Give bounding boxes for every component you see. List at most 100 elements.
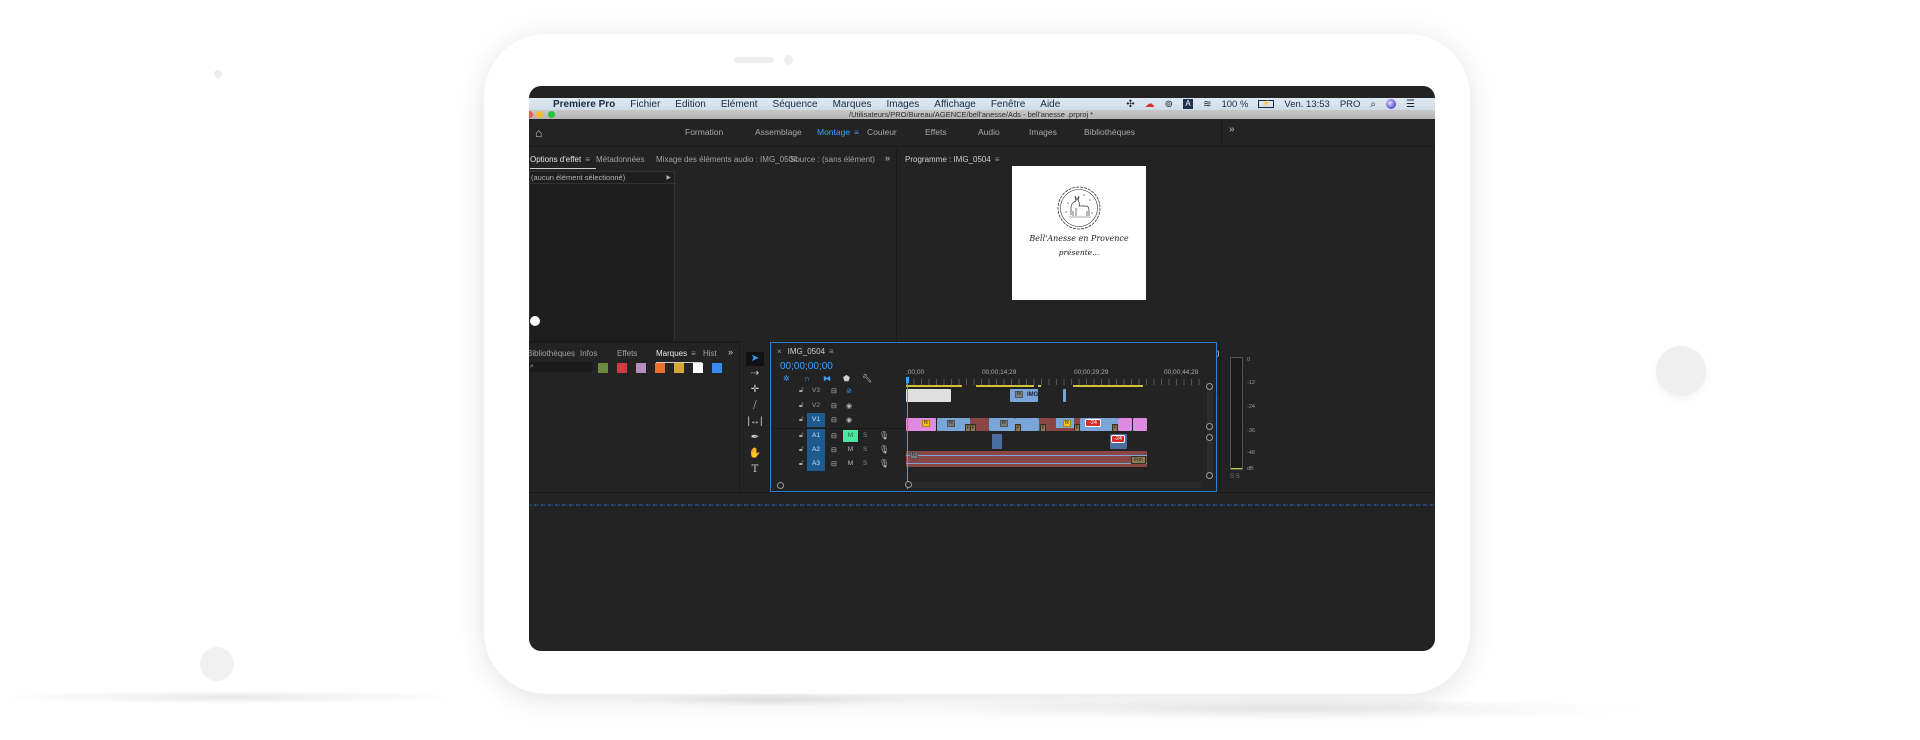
- workspace-tab-formation[interactable]: Formation: [685, 127, 723, 137]
- tab-libraries[interactable]: Bibliothèques: [529, 349, 575, 358]
- menu-sequence[interactable]: Séquence: [773, 99, 818, 110]
- home-icon[interactable]: ⌂: [535, 126, 549, 140]
- timeline-vertical-scrollbar[interactable]: [1206, 383, 1213, 479]
- tab-metadata[interactable]: Métadonnées: [596, 155, 644, 164]
- pen-tool-icon[interactable]: ✒: [746, 431, 764, 445]
- sync-lock-icon[interactable]: ⊟: [831, 460, 837, 468]
- sync-lock-icon[interactable]: ⊟: [831, 432, 837, 440]
- nest-toggle-icon[interactable]: ✲: [783, 374, 790, 383]
- close-window-button[interactable]: [529, 111, 533, 118]
- menu-fenetre[interactable]: Fenêtre: [991, 99, 1025, 110]
- markers-search-input[interactable]: ⌕: [529, 362, 593, 372]
- mute-button-a1[interactable]: M: [843, 430, 858, 442]
- microphone-icon[interactable]: 🎙︎: [879, 431, 889, 440]
- marker-color-yellow[interactable]: [674, 363, 684, 373]
- clip-v1[interactable]: -24 F: [1080, 418, 1118, 431]
- input-source-icon[interactable]: A: [1183, 99, 1194, 109]
- marker-color-red[interactable]: [617, 363, 627, 373]
- scroll-handle[interactable]: [1206, 434, 1213, 441]
- tab-history[interactable]: Hist: [703, 349, 717, 358]
- menu-affichage[interactable]: Affichage: [934, 99, 976, 110]
- snap-icon[interactable]: ∩: [804, 374, 810, 383]
- solo-button-a3[interactable]: S: [863, 460, 867, 467]
- tab-audio-clip-mixer[interactable]: Mixage des éléments audio : IMG_0504: [656, 155, 797, 164]
- workspace-tab-montage[interactable]: Montage ≡: [817, 127, 859, 137]
- slip-tool-icon[interactable]: |↔|: [746, 415, 764, 429]
- tab-markers[interactable]: Marques ≡: [656, 349, 702, 363]
- hand-tool-icon[interactable]: ✋: [746, 447, 764, 461]
- mute-button-a2[interactable]: M: [843, 444, 858, 456]
- clip-v1[interactable]: [1118, 418, 1132, 431]
- playhead-handle[interactable]: [530, 316, 540, 326]
- mute-button-a3[interactable]: M: [843, 458, 858, 470]
- volume-line[interactable]: [906, 463, 1147, 464]
- menu-element[interactable]: Elément: [721, 99, 758, 110]
- lock-icon[interactable]: 🔓︎: [799, 402, 804, 410]
- lock-icon[interactable]: 🔓︎: [799, 432, 804, 440]
- menu-images[interactable]: Images: [887, 99, 920, 110]
- timeline-horizontal-scrollbar[interactable]: [905, 481, 1202, 488]
- panel-menu-icon[interactable]: ≡: [854, 128, 859, 137]
- zoom-window-button[interactable]: [548, 111, 555, 118]
- workspace-tab-audio[interactable]: Audio: [978, 127, 1000, 137]
- scroll-handle[interactable]: [905, 481, 912, 488]
- eye-icon[interactable]: ◉: [846, 416, 852, 424]
- lock-icon[interactable]: 🔓︎: [799, 387, 804, 395]
- workspace-tab-effets[interactable]: Effets: [925, 127, 947, 137]
- fan-utility-icon[interactable]: ✣: [1126, 99, 1134, 110]
- workspace-tab-couleur[interactable]: Couleur: [867, 127, 897, 137]
- solo-button-a1[interactable]: S: [863, 432, 867, 439]
- panel-menu-icon[interactable]: ≡: [995, 155, 1000, 164]
- siri-icon[interactable]: [1386, 99, 1397, 109]
- notification-center-icon[interactable]: ☰: [1406, 99, 1415, 110]
- more-panels-icon[interactable]: »: [728, 347, 733, 357]
- clip-v1[interactable]: [1133, 418, 1147, 431]
- lock-icon[interactable]: 🔓︎: [799, 416, 804, 424]
- marker-color-green[interactable]: [598, 363, 608, 373]
- close-sequence-icon[interactable]: ×: [777, 347, 782, 356]
- minimize-window-button[interactable]: [536, 111, 543, 118]
- scroll-handle[interactable]: [1206, 383, 1213, 390]
- microphone-icon[interactable]: 🎙︎: [879, 459, 889, 468]
- scroll-handle[interactable]: [1206, 423, 1213, 430]
- clip-v1[interactable]: fx: [989, 418, 1015, 431]
- clip-a1[interactable]: -24: [1110, 434, 1127, 449]
- track-target-v1[interactable]: V1: [807, 413, 825, 427]
- more-panels-icon[interactable]: »: [885, 153, 890, 163]
- menu-app-name[interactable]: Premiere Pro: [553, 99, 615, 110]
- program-preview-frame[interactable]: Bell'Anesse en Provence présente...: [1012, 166, 1146, 300]
- spotlight-search-icon[interactable]: ⌕: [1370, 99, 1376, 110]
- selection-tool-icon[interactable]: ➤: [746, 352, 764, 366]
- panel-menu-icon[interactable]: ≡: [585, 155, 590, 164]
- header-scroll-handle[interactable]: [777, 482, 784, 489]
- lock-icon[interactable]: 🔓︎: [799, 446, 804, 454]
- lock-icon[interactable]: 🔓︎: [799, 460, 804, 468]
- menu-aide[interactable]: Aide: [1040, 99, 1060, 110]
- creative-cloud-icon[interactable]: ☁: [1145, 99, 1155, 110]
- eye-icon[interactable]: ◉: [846, 402, 852, 410]
- sync-lock-icon[interactable]: ⊟: [831, 416, 837, 424]
- ripple-edit-tool-icon[interactable]: ✛: [746, 383, 764, 397]
- clip-a1[interactable]: [992, 434, 1002, 449]
- clip-v1[interactable]: F: [970, 418, 989, 431]
- workspace-tab-assemblage[interactable]: Assemblage: [755, 127, 802, 137]
- marker-color-purple[interactable]: [636, 363, 646, 373]
- solo-button-a2[interactable]: S: [863, 446, 867, 453]
- track-target-a3[interactable]: A3: [807, 457, 825, 471]
- eye-hidden-icon[interactable]: ⊘: [846, 387, 852, 395]
- menubar-clock[interactable]: Ven. 13:53: [1284, 99, 1329, 110]
- clip-v3-title[interactable]: [906, 389, 951, 402]
- clip-v3-small[interactable]: [1063, 389, 1066, 402]
- timeline-timecode[interactable]: 00;00;00;00: [780, 361, 833, 372]
- panel-menu-icon[interactable]: ≡: [691, 349, 696, 358]
- workspace-tab-bibliotheques[interactable]: Bibliothèques: [1084, 127, 1135, 137]
- tab-effect-options[interactable]: Options d'effet ≡: [530, 155, 596, 169]
- play-triangle-icon[interactable]: ▶: [666, 172, 671, 184]
- clip-v1[interactable]: F: [1015, 418, 1039, 431]
- add-marker-icon[interactable]: ⬟: [843, 374, 850, 383]
- marker-color-white[interactable]: [693, 363, 703, 373]
- track-target-a2[interactable]: A2: [807, 443, 825, 457]
- clip-v1[interactable]: F: [1039, 418, 1052, 431]
- track-target-v2[interactable]: V2: [807, 399, 825, 413]
- menu-edition[interactable]: Edition: [675, 99, 706, 110]
